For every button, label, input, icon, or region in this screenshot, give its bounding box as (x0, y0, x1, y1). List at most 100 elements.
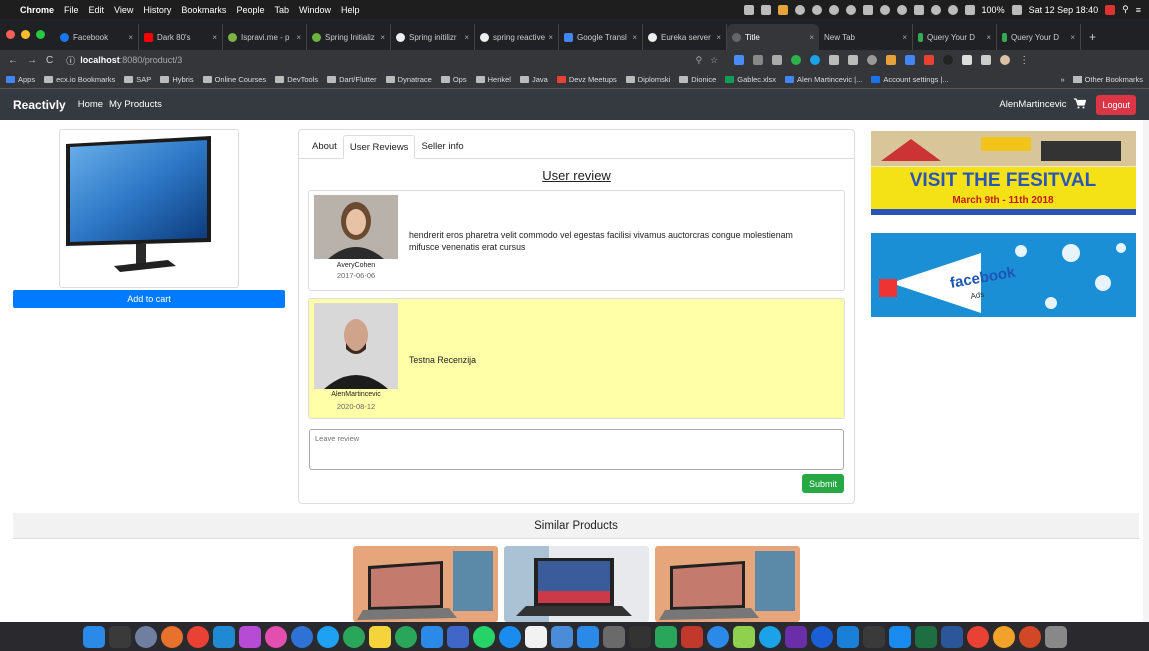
festival-ad-banner[interactable]: VISIT THE FESITVAL March 9th - 11th 2018 (871, 131, 1136, 215)
clock[interactable]: Sat 12 Sep 18:40 (1029, 5, 1099, 15)
menu-history[interactable]: History (143, 5, 171, 15)
teams-icon[interactable] (446, 625, 469, 648)
bookmark-folder[interactable]: Henkel (475, 75, 511, 84)
review-textarea[interactable] (309, 429, 844, 470)
close-tab-icon[interactable]: × (716, 33, 721, 42)
tab-about[interactable]: About (306, 134, 343, 158)
spotlight-icon[interactable]: ⚲ (1122, 4, 1129, 15)
browser-tab[interactable]: spring reactive × (475, 24, 559, 50)
new-tab-button[interactable]: + (1081, 24, 1104, 50)
reading-list-icon[interactable] (981, 55, 992, 65)
tab-seller-info[interactable]: Seller info (415, 134, 469, 158)
info-icon[interactable]: ⓘ (66, 54, 75, 67)
tray-app-icon[interactable] (794, 4, 805, 15)
vscode-icon[interactable] (212, 625, 235, 648)
bookmark-folder[interactable]: SAP (124, 75, 151, 84)
browser-tab[interactable]: New Tab × (819, 24, 913, 50)
bookmark-star-icon[interactable]: ☆ (710, 55, 718, 66)
similar-product-card[interactable] (353, 546, 498, 622)
add-to-cart-button[interactable]: Add to cart (13, 290, 285, 308)
menu-window[interactable]: Window (299, 5, 331, 15)
submit-review-button[interactable]: Submit (802, 474, 844, 493)
browser-tab[interactable]: Dark 80's × (139, 24, 223, 50)
close-tab-icon[interactable]: × (548, 33, 553, 42)
evernote-icon[interactable] (394, 625, 417, 648)
chrome-icon[interactable] (186, 625, 209, 648)
sap-icon[interactable] (888, 625, 911, 648)
control-center-icon[interactable]: ≡ (1136, 5, 1141, 15)
outlook-icon[interactable] (836, 625, 859, 648)
bookmark-link[interactable]: Alen Martincevic |... (785, 75, 862, 84)
calendar-icon[interactable] (524, 625, 547, 648)
facebook-ads-banner[interactable]: facebook Ads (871, 233, 1136, 317)
extension-icon[interactable] (905, 55, 916, 65)
app-icon[interactable] (992, 625, 1015, 648)
forward-icon[interactable]: → (27, 55, 37, 66)
system-preferences-icon[interactable] (602, 625, 625, 648)
app-icon[interactable] (966, 625, 989, 648)
bookmark-folder[interactable]: Ops (440, 75, 467, 84)
logout-button[interactable]: Logout (1096, 94, 1136, 115)
profile-avatar[interactable] (1000, 55, 1011, 65)
reload-icon[interactable]: C (46, 55, 53, 66)
bookmark-folder[interactable]: Hybris (160, 75, 194, 84)
volume-icon[interactable] (964, 4, 975, 15)
notes-icon[interactable] (368, 625, 391, 648)
tray-app-icon[interactable] (760, 4, 771, 15)
close-tab-icon[interactable]: × (986, 33, 991, 42)
extension-icon[interactable] (886, 55, 897, 65)
whatsapp-icon[interactable] (472, 625, 495, 648)
tray-app-icon[interactable] (811, 4, 822, 15)
other-bookmarks[interactable]: » Other Bookmarks (1060, 75, 1143, 84)
tray-app-icon[interactable] (879, 4, 890, 15)
extension-icon[interactable] (924, 55, 935, 65)
app-icon[interactable] (264, 625, 287, 648)
zoom-icon[interactable]: ⚲ (696, 55, 703, 66)
browser-tab[interactable]: Ispravi.me - p × (223, 24, 307, 50)
close-tab-icon[interactable]: × (212, 33, 217, 42)
extension-icon[interactable] (943, 55, 954, 65)
minimize-window-icon[interactable] (21, 30, 30, 39)
browser-tab[interactable]: Eureka server × (643, 24, 727, 50)
extension-icon[interactable] (829, 55, 840, 65)
similar-product-card[interactable] (504, 546, 649, 622)
close-tab-icon[interactable]: × (902, 33, 907, 42)
flag-icon[interactable] (1105, 4, 1116, 15)
launchpad-icon[interactable] (134, 625, 157, 648)
word-icon[interactable] (940, 625, 963, 648)
finder-icon[interactable] (82, 625, 105, 648)
bookmark-link[interactable]: Account settings |... (871, 75, 949, 84)
close-tab-icon[interactable]: × (632, 33, 637, 42)
nav-home[interactable]: Home (78, 99, 103, 110)
bookmark-folder[interactable]: Dynatrace (385, 75, 432, 84)
tray-app-icon[interactable] (862, 4, 873, 15)
browser-tab[interactable]: Google Transl × (559, 24, 643, 50)
wifi-icon[interactable] (947, 4, 958, 15)
app-icon[interactable] (706, 625, 729, 648)
bookmark-folder[interactable]: Online Courses (202, 75, 266, 84)
puzzle-icon[interactable] (962, 55, 973, 65)
close-tab-icon[interactable]: × (296, 33, 301, 42)
tray-app-icon[interactable] (845, 4, 856, 15)
close-tab-icon[interactable]: × (128, 33, 133, 42)
close-window-icon[interactable] (6, 30, 15, 39)
menu-tab[interactable]: Tab (274, 5, 289, 15)
tray-app-icon[interactable] (777, 4, 788, 15)
menu-bookmarks[interactable]: Bookmarks (181, 5, 226, 15)
trash-icon[interactable] (1044, 625, 1067, 648)
tab-user-reviews[interactable]: User Reviews (342, 135, 416, 159)
app-icon[interactable] (290, 625, 313, 648)
close-tab-icon[interactable]: × (1070, 33, 1075, 42)
page-scrollbar[interactable] (1143, 120, 1149, 622)
extension-icon[interactable] (734, 55, 745, 65)
bluetooth-icon[interactable] (930, 4, 941, 15)
extension-icon[interactable] (867, 55, 878, 65)
onenote-icon[interactable] (784, 625, 807, 648)
close-tab-icon[interactable]: × (380, 33, 385, 42)
terminal-icon[interactable] (628, 625, 651, 648)
extension-icon[interactable] (772, 55, 783, 65)
terminal-icon[interactable] (108, 625, 131, 648)
app-icon[interactable] (732, 625, 755, 648)
tray-app-icon[interactable] (896, 4, 907, 15)
powerpoint-icon[interactable] (1018, 625, 1041, 648)
